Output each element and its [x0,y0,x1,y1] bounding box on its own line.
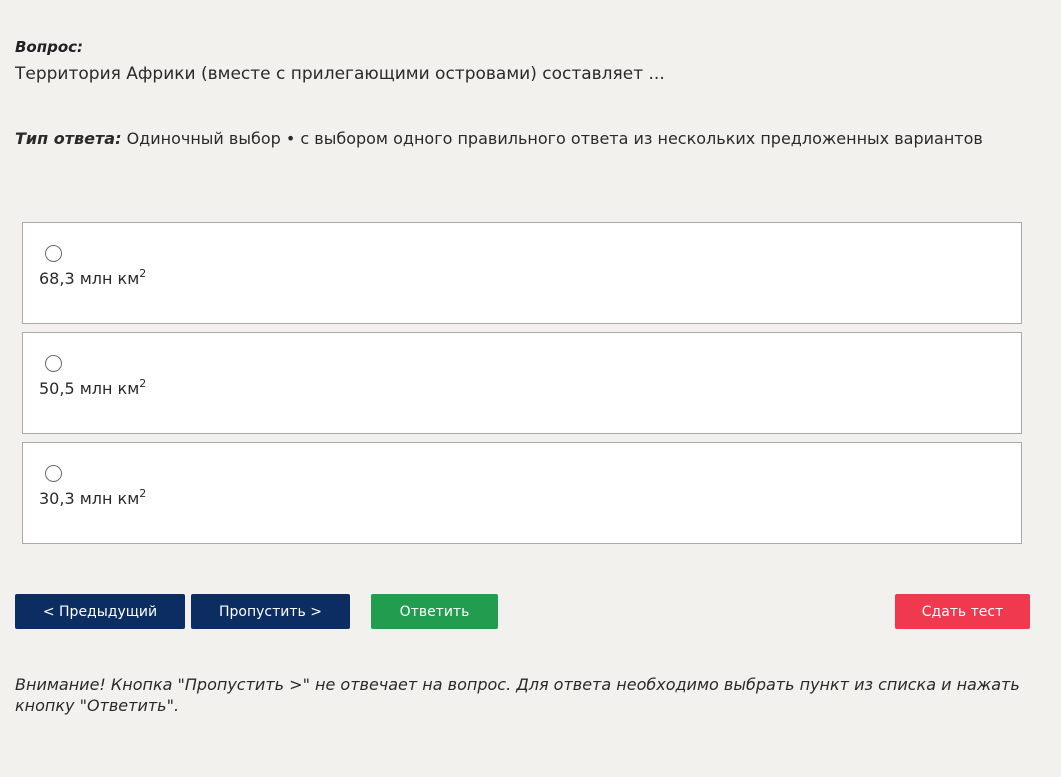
radio-button[interactable] [45,465,62,482]
answer-type-value: Одиночный выбор • с выбором одного прави… [126,129,983,148]
warning-text: Внимание! Кнопка "Пропустить >" не отвеч… [15,675,1020,715]
options-list: 68,3 млн км2 50,5 млн км2 30,3 млн км2 [22,222,1022,552]
option-text: 68,3 млн км2 [39,267,147,288]
submit-test-button[interactable]: Сдать тест [895,594,1030,629]
radio-button[interactable] [45,245,62,262]
previous-button[interactable]: < Предыдущий [15,594,185,629]
option-1[interactable]: 68,3 млн км2 [22,222,1022,324]
option-text: 30,3 млн км2 [39,487,147,508]
option-3[interactable]: 30,3 млн км2 [22,442,1022,544]
option-2[interactable]: 50,5 млн км2 [22,332,1022,434]
question-label: Вопрос: [15,38,84,56]
answer-type-label: Тип ответа: [15,129,122,148]
question-text: Территория Африки (вместе с прилегающими… [15,64,665,84]
answer-type: Тип ответа: Одиночный выбор • с выбором … [15,129,983,148]
radio-button[interactable] [45,355,62,372]
option-text: 50,5 млн км2 [39,377,147,398]
skip-button[interactable]: Пропустить > [191,594,350,629]
answer-button[interactable]: Ответить [371,594,498,629]
